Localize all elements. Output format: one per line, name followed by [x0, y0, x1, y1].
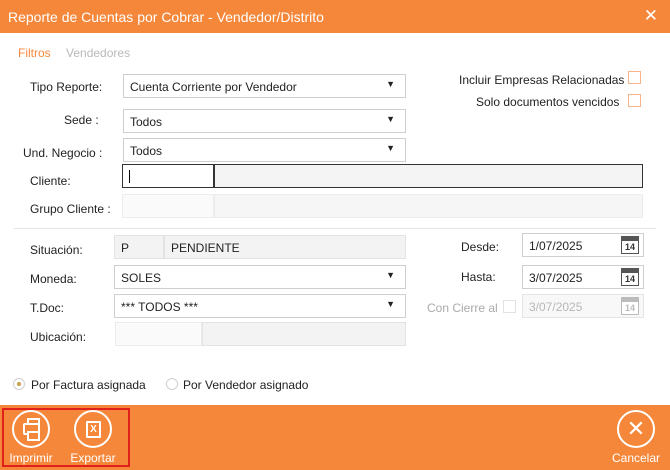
- chevron-down-icon: ▼: [386, 143, 395, 153]
- section-divider: [14, 228, 656, 229]
- desde-value: 1/07/2025: [529, 239, 583, 253]
- tab-bar: Filtros Vendedores: [18, 46, 130, 60]
- chevron-down-icon: ▼: [386, 79, 395, 89]
- con-cierre-value: 3/07/2025: [529, 300, 583, 314]
- chevron-down-icon: ▼: [386, 299, 395, 309]
- grupo-cliente-label: Grupo Cliente :: [30, 202, 111, 216]
- situacion-label: Situación:: [30, 243, 83, 257]
- exportar-label: Exportar: [70, 451, 116, 465]
- moneda-label: Moneda:: [30, 272, 77, 286]
- radio-por-vendedor-label[interactable]: Por Vendedor asignado: [183, 378, 308, 392]
- solo-vencidos-label: Solo documentos vencidos: [476, 95, 620, 109]
- und-negocio-label: Und. Negocio :: [23, 146, 103, 160]
- calendar-icon[interactable]: 14: [621, 268, 639, 286]
- close-icon[interactable]: ✕: [644, 6, 658, 26]
- solo-vencidos-checkbox[interactable]: [628, 94, 641, 107]
- window-title: Reporte de Cuentas por Cobrar - Vendedor…: [8, 9, 324, 25]
- und-negocio-value: Todos: [130, 144, 163, 158]
- incluir-empresas-checkbox[interactable]: [628, 71, 641, 84]
- cliente-name-input: [214, 164, 643, 188]
- imprimir-button[interactable]: Imprimir: [5, 410, 57, 465]
- close-icon: ✕: [617, 410, 655, 448]
- ubicacion-code-input[interactable]: [115, 322, 202, 346]
- con-cierre-date-input[interactable]: 3/07/2025 14: [522, 294, 644, 318]
- imprimir-label: Imprimir: [9, 451, 53, 465]
- sede-value: Todos: [130, 115, 163, 129]
- grupo-cliente-name-input: [214, 194, 643, 218]
- chevron-down-icon: ▼: [386, 270, 395, 280]
- window-title-bar: Reporte de Cuentas por Cobrar - Vendedor…: [0, 0, 670, 33]
- radio-por-vendedor[interactable]: [166, 378, 178, 390]
- cliente-code-input[interactable]: [122, 164, 214, 188]
- cancelar-button[interactable]: ✕ Cancelar: [610, 410, 662, 465]
- tab-filtros[interactable]: Filtros: [18, 46, 51, 60]
- cancelar-label: Cancelar: [611, 451, 661, 465]
- footer-toolbar: Imprimir X Exportar ✕ Cancelar: [0, 405, 670, 470]
- tdoc-label: T.Doc:: [30, 301, 65, 315]
- exportar-button[interactable]: X Exportar: [67, 410, 119, 465]
- grupo-cliente-code-input[interactable]: [122, 194, 214, 218]
- calendar-icon: 14: [621, 297, 639, 315]
- situacion-name-value: PENDIENTE: [171, 241, 240, 255]
- desde-date-input[interactable]: 1/07/2025 14: [522, 233, 644, 257]
- situacion-name-input: PENDIENTE: [164, 235, 406, 259]
- chevron-down-icon: ▼: [386, 114, 395, 124]
- tipo-reporte-value: Cuenta Corriente por Vendedor: [130, 80, 297, 94]
- hasta-value: 3/07/2025: [529, 271, 583, 285]
- printer-icon: [12, 410, 50, 448]
- moneda-value: SOLES: [121, 271, 162, 285]
- tipo-reporte-select[interactable]: Cuenta Corriente por Vendedor ▼: [123, 74, 406, 98]
- tdoc-select[interactable]: *** TODOS *** ▼: [114, 294, 406, 318]
- moneda-select[interactable]: SOLES ▼: [114, 265, 406, 289]
- con-cierre-checkbox[interactable]: [503, 300, 516, 313]
- cliente-label: Cliente:: [30, 174, 71, 188]
- ubicacion-label: Ubicación:: [30, 330, 87, 344]
- sede-label: Sede :: [64, 113, 99, 127]
- calendar-icon[interactable]: 14: [621, 236, 639, 254]
- excel-icon: X: [74, 410, 112, 448]
- tipo-reporte-label: Tipo Reporte:: [30, 80, 103, 94]
- incluir-empresas-label: Incluir Empresas Relacionadas: [459, 73, 625, 87]
- desde-label: Desde:: [461, 240, 500, 254]
- situacion-code-value: P: [121, 241, 130, 255]
- radio-por-factura[interactable]: [13, 378, 25, 390]
- tab-vendedores[interactable]: Vendedores: [66, 46, 130, 60]
- und-negocio-select[interactable]: Todos ▼: [123, 138, 406, 162]
- situacion-code-input[interactable]: P: [114, 235, 164, 259]
- hasta-label: Hasta:: [461, 270, 496, 284]
- text-cursor: [129, 170, 130, 183]
- hasta-date-input[interactable]: 3/07/2025 14: [522, 265, 644, 289]
- radio-por-factura-label[interactable]: Por Factura asignada: [31, 378, 146, 392]
- con-cierre-label: Con Cierre al: [427, 301, 498, 315]
- tdoc-value: *** TODOS ***: [121, 300, 198, 314]
- sede-select[interactable]: Todos ▼: [123, 109, 406, 133]
- ubicacion-name-input: [202, 322, 406, 346]
